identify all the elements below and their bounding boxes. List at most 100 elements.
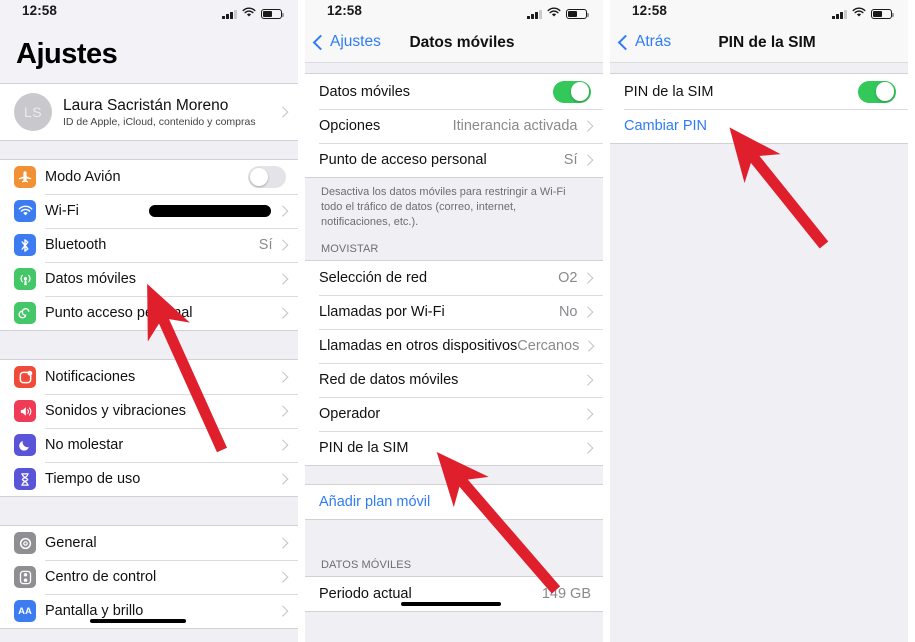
row-value: 149 GB — [541, 585, 591, 602]
cellular-signal-icon — [222, 9, 237, 19]
datos-moviles-note: Desactiva los datos móviles para restrin… — [305, 178, 603, 232]
sidebar-item-datos-moviles[interactable]: Datos móviles — [0, 262, 298, 296]
sidebar-item-sonidos-y-vibraciones[interactable]: Sonidos y vibraciones — [0, 394, 298, 428]
row-llamadas-en-otros-dispositivos[interactable]: Llamadas en otros dispositivos Cercanos — [305, 328, 603, 363]
sidebar-item-label: No molestar — [45, 437, 124, 453]
group-uso-datos: Periodo actual 149 GB — [305, 575, 603, 612]
chevron-right-icon — [276, 371, 288, 383]
chevron-right-icon — [276, 537, 288, 549]
status-icons — [222, 5, 284, 23]
sidebar-item-pantalla-y-brillo[interactable]: AA Pantalla y brillo — [0, 594, 298, 628]
redacted-wifi-name — [148, 205, 271, 217]
row-datos-moviles[interactable]: Datos móviles — [305, 74, 603, 109]
status-icons — [527, 5, 589, 23]
airplane-mode-toggle[interactable] — [248, 166, 286, 188]
row-label: PIN de la SIM — [319, 439, 409, 456]
sidebar-item-notificaciones[interactable]: Notificaciones — [0, 360, 298, 394]
row-label: PIN de la SIM — [624, 83, 714, 100]
cellular-signal-icon — [832, 9, 847, 19]
group-anadir-plan: Añadir plan móvil — [305, 483, 603, 520]
row-label: Llamadas en otros dispositivos — [319, 337, 518, 354]
sounds-icon — [14, 400, 36, 422]
row-punto-de-acceso-personal[interactable]: Punto de acceso personal Sí — [305, 143, 603, 177]
sidebar-item-general[interactable]: General — [0, 526, 298, 560]
sidebar-item-bluetooth[interactable]: Bluetooth Sí — [0, 228, 298, 262]
chevron-right-icon — [581, 408, 593, 419]
datos-moviles-page: Datos móviles Opciones Itinerancia activ… — [305, 63, 603, 642]
row-pin-de-la-sim[interactable]: PIN de la SIM — [305, 430, 603, 465]
settings-group-system: General Centro de control AA Pantalla y … — [0, 525, 298, 629]
status-icons — [832, 5, 894, 23]
battery-icon — [566, 8, 589, 20]
status-bar: 12:58 — [610, 0, 908, 26]
row-cambiar-pin[interactable]: Cambiar PIN — [610, 109, 908, 143]
chevron-right-icon — [581, 442, 593, 453]
status-bar: 12:58 — [305, 0, 603, 26]
row-opciones[interactable]: Opciones Itinerancia activada — [305, 109, 603, 143]
row-label: Datos móviles — [319, 83, 411, 100]
group-movistar: Selección de red O2 Llamadas por Wi-Fi N… — [305, 259, 603, 466]
chevron-right-icon — [276, 239, 288, 251]
nav-bar: Ajustes Datos móviles — [305, 26, 603, 63]
wifi-icon — [852, 5, 866, 23]
status-bar: 12:58 — [0, 0, 298, 26]
row-label: Operador — [319, 405, 381, 422]
sidebar-item-label: Tiempo de uso — [45, 471, 141, 487]
bluetooth-icon — [14, 234, 36, 256]
group-spacer — [305, 519, 603, 548]
row-value: No — [558, 303, 578, 320]
row-anadir-plan-movil[interactable]: Añadir plan móvil — [305, 484, 603, 519]
gear-icon — [14, 532, 36, 554]
row-value: O2 — [558, 269, 578, 286]
sidebar-item-punto-acceso-personal[interactable]: Punto acceso personal — [0, 296, 298, 330]
nav-bar: Atrás PIN de la SIM — [610, 26, 908, 63]
pin-sim-toggle[interactable] — [858, 80, 896, 103]
settings-page: Ajustes LS Laura Sacristán Moreno ID de … — [0, 26, 298, 642]
chevron-right-icon — [276, 605, 288, 617]
avatar: LS — [14, 93, 52, 131]
row-label: Selección de red — [319, 269, 428, 286]
group-spacer — [610, 63, 908, 73]
row-llamadas-por-wifi[interactable]: Llamadas por Wi-Fi No — [305, 294, 603, 329]
status-time: 12:58 — [22, 3, 58, 18]
sidebar-item-no-molestar[interactable]: No molestar — [0, 428, 298, 462]
datos-moviles-toggle[interactable] — [553, 80, 591, 103]
three-phone-screenshots: 12:58 Ajustes LS Laura Sacristán Moreno … — [0, 0, 915, 642]
chevron-right-icon — [276, 273, 288, 285]
sidebar-item-wifi[interactable]: Wi-Fi — [0, 194, 298, 228]
moon-icon — [14, 434, 36, 456]
sidebar-item-tiempo-de-uso[interactable]: Tiempo de uso — [0, 462, 298, 496]
settings-group-notifications: Notificaciones Sonidos y vibraciones No … — [0, 359, 298, 497]
wifi-icon — [14, 200, 36, 222]
sidebar-item-modo-avion[interactable]: Modo Avión — [0, 160, 298, 194]
row-label: Punto de acceso personal — [319, 152, 487, 168]
row-label: Opciones — [319, 118, 381, 134]
sidebar-item-centro-de-control[interactable]: Centro de control — [0, 560, 298, 594]
row-seleccion-de-red[interactable]: Selección de red O2 — [305, 260, 603, 295]
row-label: Llamadas por Wi-Fi — [319, 303, 445, 320]
row-value: Sí — [563, 152, 578, 168]
row-operador[interactable]: Operador — [305, 396, 603, 431]
battery-icon — [261, 8, 284, 20]
chevron-right-icon — [583, 340, 595, 351]
hourglass-icon — [14, 468, 36, 490]
section-header-datos-moviles: DATOS MÓVILES — [305, 547, 603, 576]
sidebar-item-label: Punto acceso personal — [45, 305, 193, 321]
display-brightness-icon: AA — [14, 600, 36, 622]
chevron-right-icon — [581, 272, 593, 283]
wifi-icon — [242, 5, 256, 23]
settings-group-connectivity: Modo Avión Wi-Fi Bluetooth Sí Datos móvi… — [0, 159, 298, 331]
row-periodo-actual[interactable]: Periodo actual 149 GB — [305, 576, 603, 611]
chevron-right-icon — [276, 307, 288, 319]
wifi-icon — [547, 5, 561, 23]
row-link-label: Cambiar PIN — [624, 118, 707, 134]
group-datos-moviles: Datos móviles Opciones Itinerancia activ… — [305, 73, 603, 178]
apple-account-row[interactable]: LS Laura Sacristán Moreno ID de Apple, i… — [0, 83, 298, 141]
cellular-icon — [14, 268, 36, 290]
sidebar-item-label: Modo Avión — [45, 169, 121, 185]
page-title: Ajustes — [0, 26, 298, 83]
sidebar-item-label: Bluetooth — [45, 237, 107, 253]
sidebar-item-label: Datos móviles — [45, 271, 137, 287]
row-pin-de-la-sim[interactable]: PIN de la SIM — [610, 74, 908, 109]
row-red-de-datos-moviles[interactable]: Red de datos móviles — [305, 362, 603, 397]
